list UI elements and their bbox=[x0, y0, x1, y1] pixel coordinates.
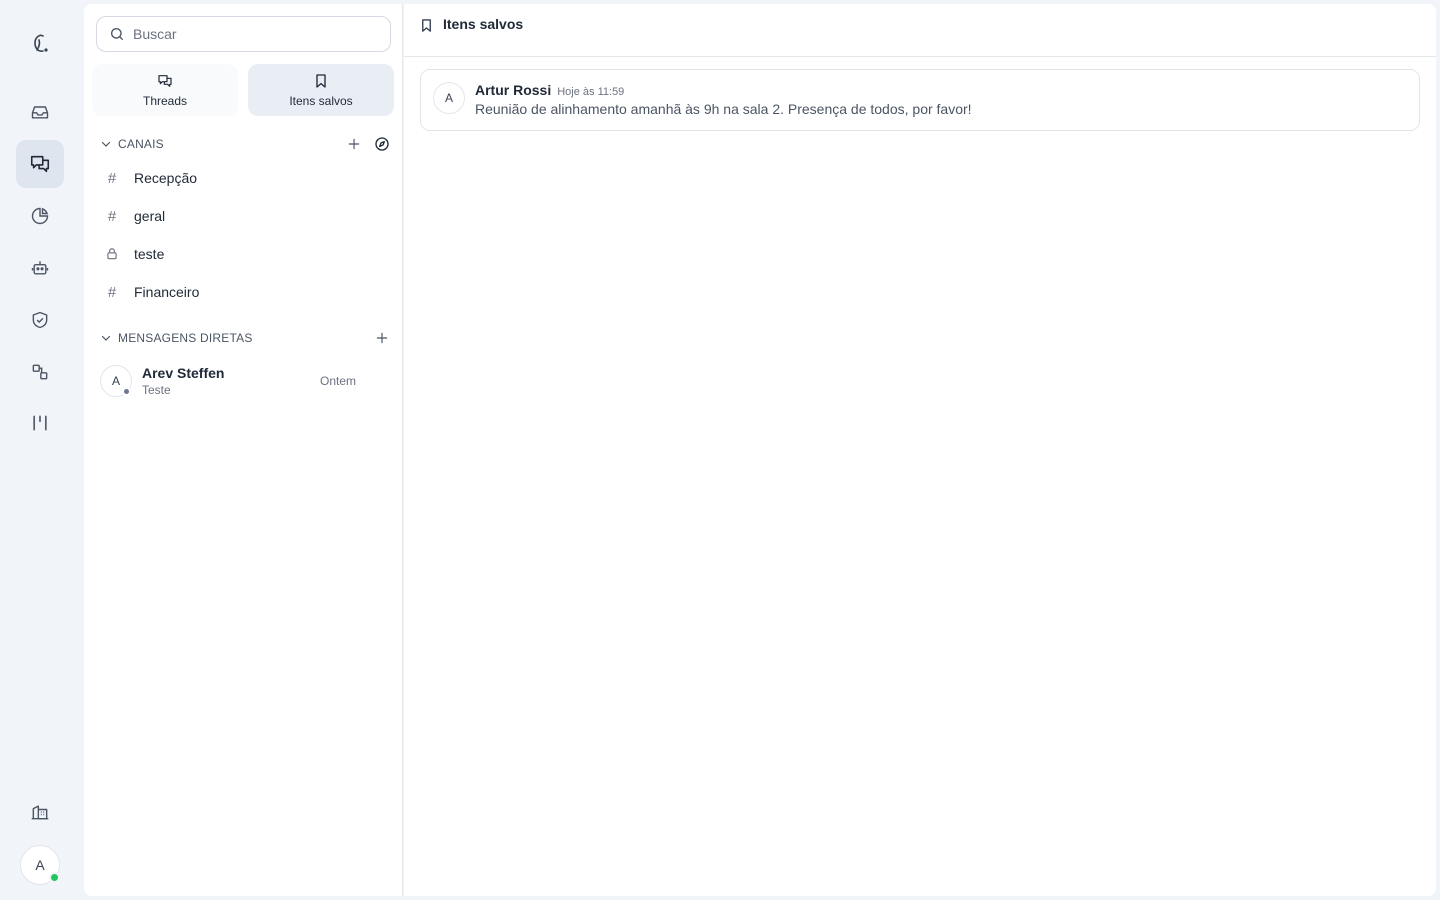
building-icon[interactable] bbox=[16, 788, 64, 836]
search-input[interactable] bbox=[133, 26, 373, 42]
kanban-icon[interactable] bbox=[16, 399, 64, 447]
chevron-down-icon[interactable] bbox=[100, 138, 112, 150]
app-logo-icon[interactable] bbox=[16, 20, 64, 68]
threads-icon bbox=[157, 73, 173, 89]
message-timestamp: Hoje às 11:59 bbox=[557, 86, 625, 98]
page-title: Itens salvos bbox=[443, 16, 524, 32]
dm-preview: Teste bbox=[142, 383, 171, 397]
tab-threads[interactable]: Threads bbox=[92, 64, 238, 116]
online-status-dot bbox=[49, 872, 60, 883]
add-channel-plus-icon[interactable] bbox=[346, 136, 362, 152]
main-panel: Itens salvos A Artur Rossi Hoje às 11:59… bbox=[404, 4, 1436, 896]
saved-message-card[interactable]: A Artur Rossi Hoje às 11:59 Reunião de a… bbox=[420, 69, 1420, 131]
chevron-down-icon[interactable] bbox=[100, 332, 112, 344]
channel-name: Recepção bbox=[134, 170, 198, 186]
search-box[interactable] bbox=[96, 16, 391, 52]
add-direct-message-plus-icon[interactable] bbox=[374, 330, 390, 346]
channel-item-geral[interactable]: # geral bbox=[100, 200, 390, 232]
channel-name: geral bbox=[134, 208, 166, 224]
channel-name: Financeiro bbox=[134, 284, 200, 300]
main-header: Itens salvos bbox=[404, 4, 1436, 57]
message-author[interactable]: Artur Rossi bbox=[475, 82, 551, 98]
channels-section-header[interactable]: CANAIS bbox=[100, 134, 390, 154]
dm-name: Arev Steffen bbox=[142, 365, 225, 381]
channels-section-title: CANAIS bbox=[118, 137, 164, 151]
browse-channels-compass-icon[interactable] bbox=[374, 136, 390, 152]
user-avatar[interactable]: A bbox=[20, 845, 60, 885]
avatar-initial: A bbox=[444, 91, 453, 105]
sidebar: Threads Itens salvos CANAIS # Recepção # bbox=[84, 4, 403, 896]
channel-item-financeiro[interactable]: # Financeiro bbox=[100, 276, 390, 308]
channel-name: teste bbox=[134, 246, 165, 262]
avatar: A bbox=[433, 82, 465, 114]
workflow-icon[interactable] bbox=[16, 348, 64, 396]
bookmark-icon bbox=[420, 18, 433, 33]
user-avatar-initial: A bbox=[35, 857, 45, 873]
direct-messages-section-header[interactable]: MENSAGENS DIRETAS bbox=[100, 328, 390, 348]
channel-item-teste[interactable]: teste bbox=[100, 238, 390, 270]
dm-item-arev-steffen[interactable]: A Arev Steffen Teste Ontem bbox=[100, 360, 356, 402]
robot-icon[interactable] bbox=[16, 244, 64, 292]
hash-icon: # bbox=[107, 169, 117, 187]
hash-icon: # bbox=[107, 283, 117, 301]
lock-icon bbox=[100, 247, 124, 261]
avatar-initial: A bbox=[111, 374, 120, 388]
search-icon bbox=[109, 26, 125, 42]
left-rail: A bbox=[0, 0, 80, 900]
inbox-icon[interactable] bbox=[16, 88, 64, 136]
direct-messages-section-title: MENSAGENS DIRETAS bbox=[118, 331, 253, 345]
shield-check-icon[interactable] bbox=[16, 296, 64, 344]
message-text: Reunião de alinhamento amanhã às 9h na s… bbox=[475, 101, 972, 117]
avatar: A bbox=[100, 365, 132, 397]
pie-chart-icon[interactable] bbox=[16, 192, 64, 240]
tab-threads-label: Threads bbox=[142, 93, 188, 108]
bookmark-icon bbox=[314, 73, 328, 89]
hash-icon: # bbox=[107, 207, 117, 225]
channel-item-recepcao[interactable]: # Recepção bbox=[100, 162, 390, 194]
dm-timestamp: Ontem bbox=[319, 374, 356, 388]
chat-bubbles-icon[interactable] bbox=[16, 140, 64, 188]
tab-saved-items[interactable]: Itens salvos bbox=[248, 64, 394, 116]
tab-saved-items-label: Itens salvos bbox=[289, 93, 353, 108]
presence-status-dot bbox=[122, 387, 131, 396]
